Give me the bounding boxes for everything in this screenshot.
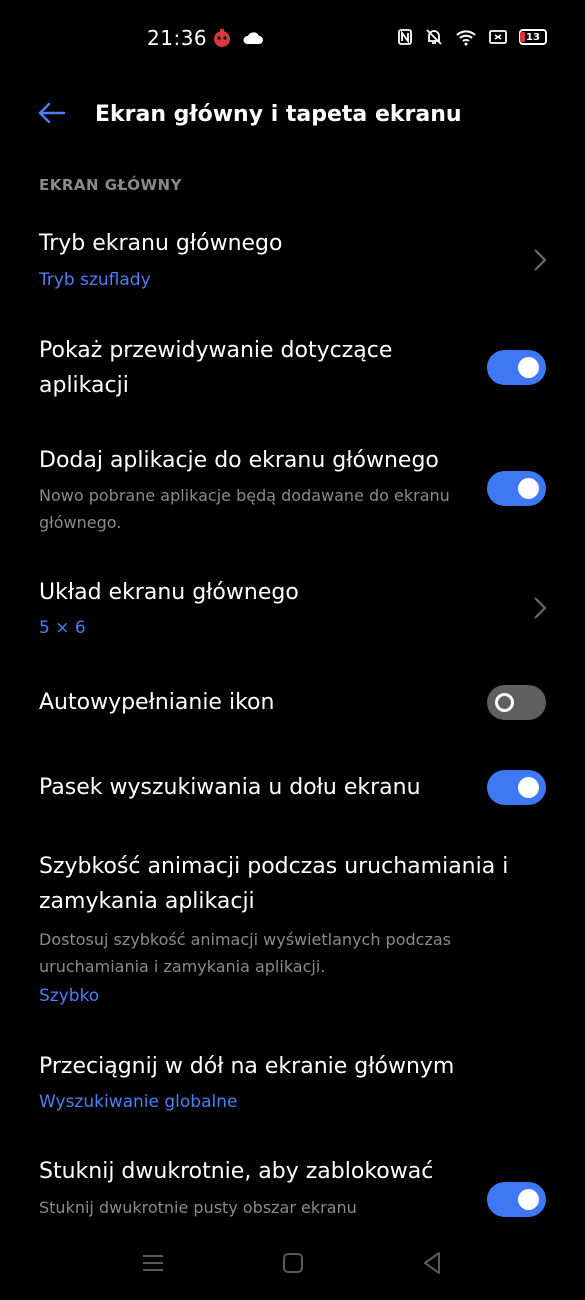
status-bar: 21:36 13: [0, 0, 585, 78]
home-mode-title: Tryb ekranu głównego: [39, 231, 283, 256]
swipe-down-row[interactable]: Przeciągnij w dół na ekranie głównym Wys…: [0, 1048, 585, 1120]
battery-icon: 13: [519, 29, 547, 45]
add-apps-description: Nowo pobrane aplikacje będą dodawane do …: [39, 486, 450, 532]
toggle-knob: [518, 777, 539, 798]
chevron-right-icon: [534, 249, 547, 271]
page-title: Ekran główny i tapeta ekranu: [95, 102, 462, 127]
status-time: 21:36: [147, 26, 208, 50]
search-bar-row[interactable]: Pasek wyszukiwania u dołu ekranu: [0, 767, 585, 811]
back-arrow-icon[interactable]: [36, 98, 66, 128]
status-left-icons: [212, 28, 264, 48]
swipe-down-title: Przeciągnij w dół na ekranie głównym: [39, 1054, 455, 1079]
app-suggestions-row[interactable]: Pokaż przewidywanie dotyczące aplikacji: [0, 330, 585, 410]
toggle-knob: [495, 693, 514, 712]
status-right-icons: 13: [397, 28, 547, 46]
swipe-down-value: Wyszukiwanie globalne: [39, 1092, 238, 1112]
animation-speed-value: Szybko: [39, 986, 100, 1006]
cast-icon: [489, 30, 507, 44]
home-mode-value: Tryb szuflady: [39, 270, 151, 290]
layout-row[interactable]: Układ ekranu głównego 5 × 6: [0, 572, 585, 650]
add-apps-title: Dodaj aplikacje do ekranu głównego: [39, 448, 439, 473]
home-mode-row[interactable]: Tryb ekranu głównego Tryb szuflady: [0, 222, 585, 306]
search-bar-title: Pasek wyszukiwania u dołu ekranu: [39, 775, 421, 800]
header: Ekran główny i tapeta ekranu: [0, 92, 585, 140]
back-icon[interactable]: [417, 1248, 447, 1278]
icon-autofill-row[interactable]: Autowypełnianie ikon: [0, 682, 585, 726]
game-icon: [214, 29, 230, 47]
wifi-icon: [456, 30, 476, 46]
app-suggestions-title: Pokaż przewidywanie dotyczące aplikacji: [39, 338, 393, 398]
menu-icon[interactable]: [138, 1248, 168, 1278]
add-apps-toggle[interactable]: [487, 471, 546, 506]
layout-value: 5 × 6: [39, 618, 86, 638]
animation-speed-description: Dostosuj szybkość animacji wyświetlanych…: [39, 930, 451, 976]
navigation-bar: [0, 1228, 585, 1300]
toggle-knob: [518, 1189, 539, 1210]
icon-autofill-title: Autowypełnianie ikon: [39, 690, 275, 715]
layout-title: Układ ekranu głównego: [39, 580, 299, 605]
animation-speed-title: Szybkość animacji podczas uruchamiania i…: [39, 854, 509, 914]
cloud-icon: [243, 32, 263, 44]
chevron-right-icon: [534, 597, 547, 619]
double-tap-lock-description: Stuknij dwukrotnie pusty obszar ekranu: [39, 1198, 357, 1217]
add-apps-row[interactable]: Dodaj aplikacje do ekranu głównego Nowo …: [0, 440, 585, 540]
double-tap-lock-toggle[interactable]: [487, 1182, 546, 1217]
double-tap-lock-title: Stuknij dwukrotnie, aby zablokować: [39, 1159, 434, 1184]
home-icon[interactable]: [278, 1248, 308, 1278]
toggle-knob: [518, 478, 539, 499]
muted-bell-icon: [426, 29, 442, 45]
search-bar-toggle[interactable]: [487, 770, 546, 805]
nfc-icon: [398, 29, 412, 45]
battery-level: 13: [526, 31, 540, 43]
icon-autofill-toggle[interactable]: [487, 685, 546, 720]
double-tap-lock-row[interactable]: Stuknij dwukrotnie, aby zablokować Stukn…: [0, 1152, 585, 1228]
app-suggestions-toggle[interactable]: [487, 350, 546, 385]
animation-speed-row[interactable]: Szybkość animacji podczas uruchamiania i…: [0, 848, 585, 1018]
section-header: EKRAN GŁÓWNY: [39, 176, 182, 194]
toggle-knob: [518, 357, 539, 378]
